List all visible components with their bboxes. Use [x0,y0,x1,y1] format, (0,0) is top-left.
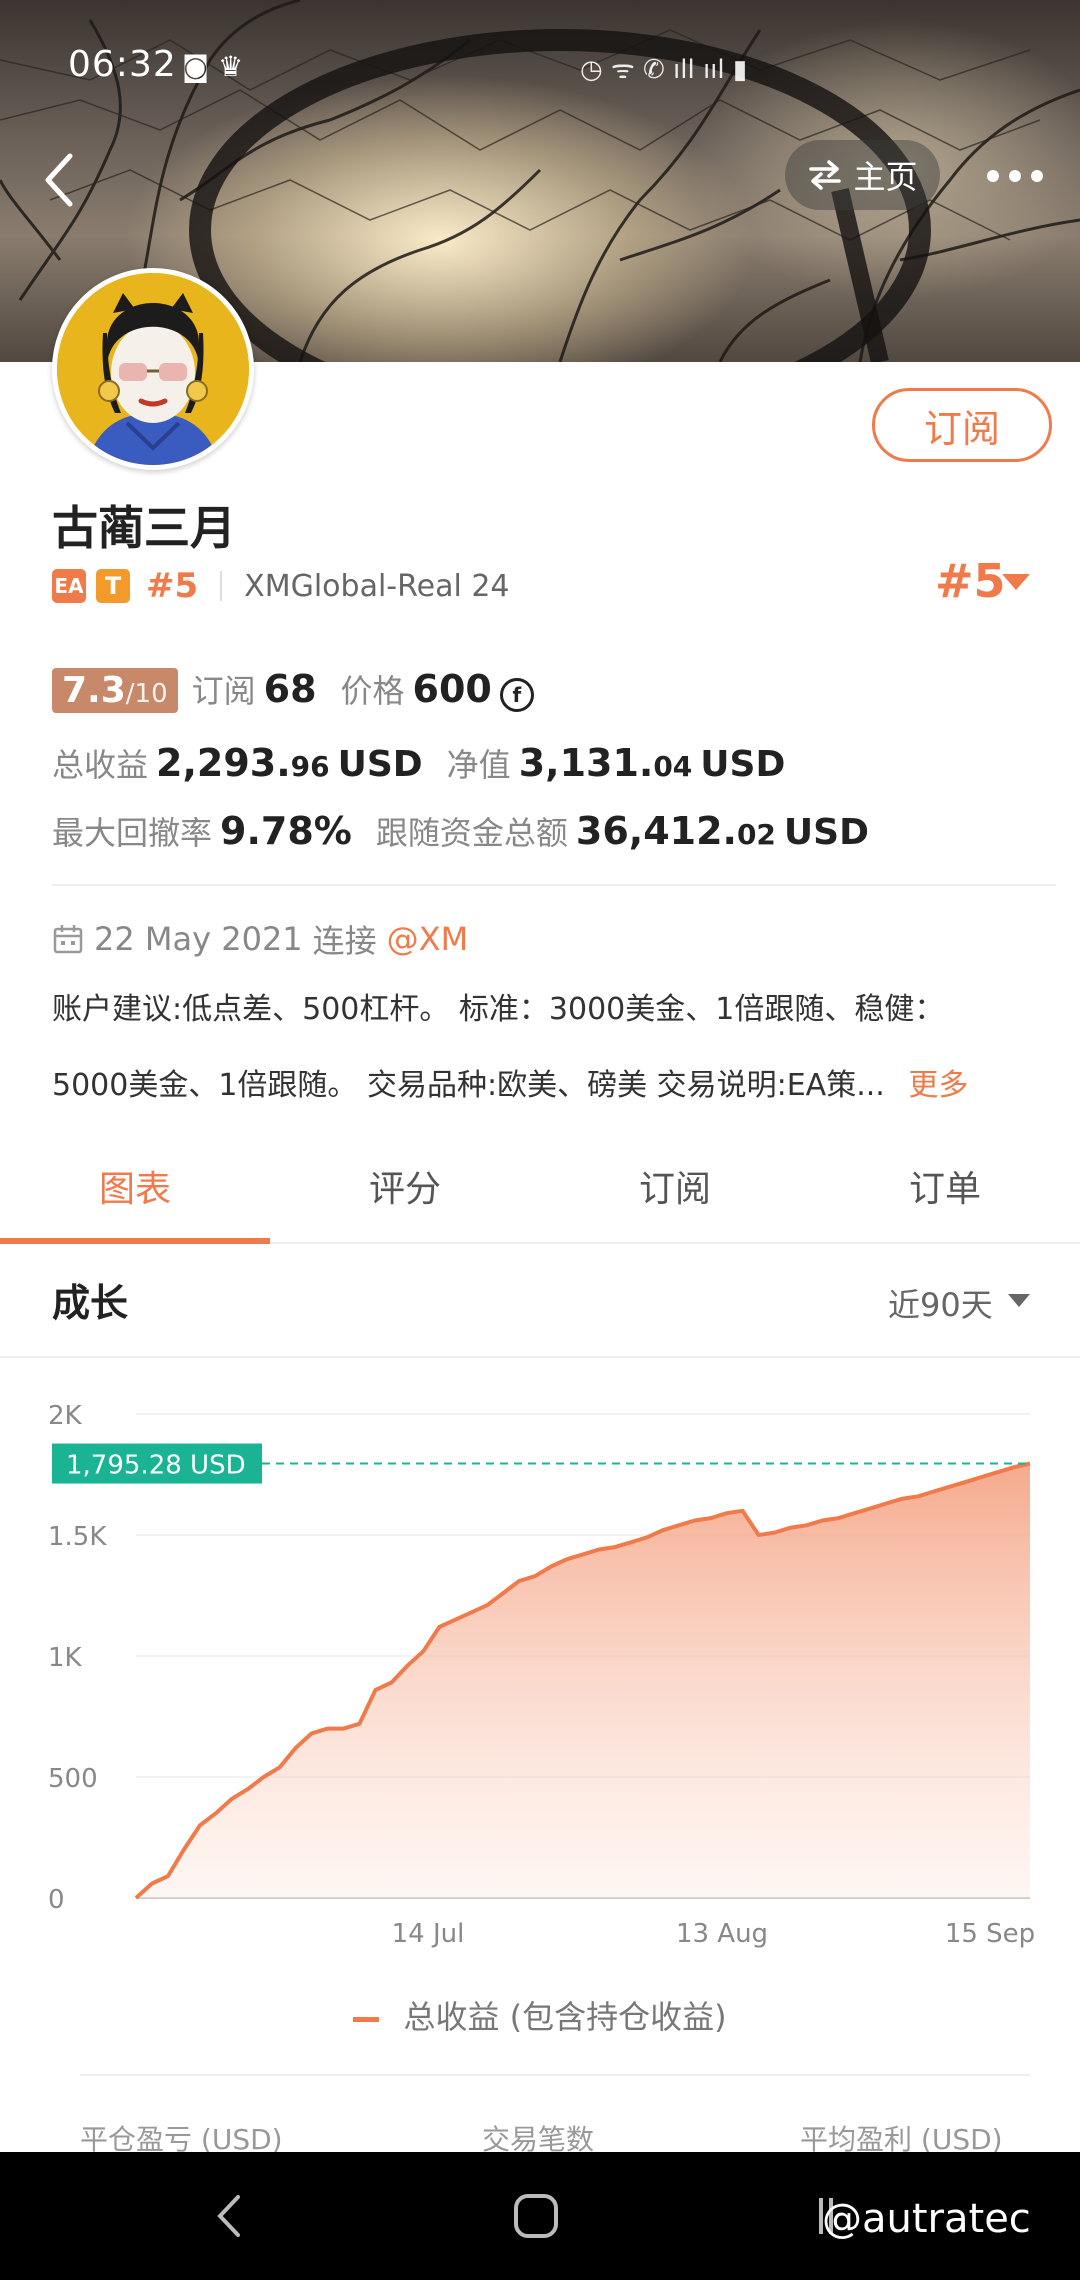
more-options-button[interactable] [985,160,1045,184]
y-tick-label: 2K [48,1401,83,1431]
divider [80,2074,1030,2076]
tab-rating[interactable]: 评分 [270,1150,540,1242]
chart-legend: 总收益 (包含持仓收益) [0,1992,1080,2038]
follow-funds-label: 跟随资金总额 [375,814,568,852]
total-profit-int: 2,293. [156,741,291,785]
y-tick-label: 1K [48,1643,83,1673]
score-value: 7.3 [62,670,126,711]
avatar[interactable] [52,268,254,470]
more-link[interactable]: 更多 [908,1068,968,1103]
tab-bar: 图表 评分 订阅 订单 [0,1150,1080,1244]
follow-funds-unit: USD [783,812,869,853]
price-label: 价格 [340,672,405,710]
growth-area [136,1463,1030,1898]
legend-swatch [353,2016,380,2022]
nav-home-icon [514,2194,558,2238]
calendar-icon [53,925,83,954]
swap-icon [809,160,842,190]
price-value: 600 [412,667,492,711]
broker-link[interactable]: @XM [387,920,469,958]
score-max: /10 [125,679,168,709]
subs-value: 68 [263,667,317,711]
nav-back-icon [217,2195,240,2237]
follow-funds-int: 36,412. [575,809,737,853]
connect-label: 连接 [312,922,377,960]
total-profit-label: 总收益 [52,746,149,784]
back-button[interactable] [40,150,90,210]
current-value-label: 1,795.28 USD [66,1451,246,1481]
home-button[interactable]: 主页 [785,140,940,210]
badge-separator [220,571,223,601]
x-tick-label: 14 Jul [392,1919,465,1949]
rank-dropdown[interactable]: #5 [935,554,1006,608]
connect-date: 22 May 2021 [94,920,303,958]
coin-icon: f [499,678,534,712]
ea-badge: EA [52,569,86,603]
total-profit-dec: 96 [290,750,330,783]
x-tick-label: 13 Aug [676,1919,768,1949]
notification-icons: ◙ ♛ [182,50,244,83]
tab-chart[interactable]: 图表 [0,1150,270,1244]
watermark-text: @autratec [822,2196,1031,2242]
y-tick-label: 1.5K [48,1522,107,1552]
tab-subscribe[interactable]: 订阅 [540,1150,810,1242]
chevron-left-icon [45,153,73,207]
subs-label: 订阅 [191,672,256,710]
description-line-2-text: 5000美金、1倍跟随。 交易品种:欧美、磅美 交易说明:EA策... [52,1068,885,1103]
system-status-icons: ◷ ᯤ ✆ ıll ııl ▮ [580,55,748,85]
status-bar: 06:32 ◙ ♛ ◷ ᯤ ✆ ıll ııl ▮ [0,40,1080,100]
nav-back-button[interactable] [190,2152,270,2280]
home-label: 主页 [853,158,918,196]
growth-title: 成长 [52,1281,129,1325]
divider [52,884,1056,886]
growth-chart: 2K 1.5K 1K 500 0 14 Jul 13 Aug 15 Sep 1,795.28… [0,1356,1080,2038]
growth-chart-svg: 2K 1.5K 1K 500 0 14 Jul 13 Aug 15 Sep 1,795.28… [48,1401,1035,1949]
stats-row-2: 总收益 2,293. 96 USD 净值 3,131. 04 USD [52,740,785,786]
max-drawdown-value: 9.78% [220,809,352,853]
trader-name: 古蔺三月 [52,501,236,555]
total-profit-unit: USD [337,744,423,785]
equity-label: 净值 [446,746,511,784]
subscribe-button[interactable]: 订阅 [872,388,1052,462]
x-tick-label: 15 Sep [945,1919,1035,1949]
equity-unit: USD [700,744,786,785]
rank-small: #5 [146,566,199,606]
caret-down-icon[interactable] [1008,1294,1030,1307]
max-drawdown-label: 最大回撤率 [52,814,213,852]
score-badge: 7.3/10 [52,668,178,713]
description-line-2: 5000美金、1倍跟随。 交易品种:欧美、磅美 交易说明:EA策... 更多 [52,1048,1042,1124]
caret-down-icon[interactable] [1002,574,1030,590]
equity-dec: 04 [653,750,693,783]
description-line-1: 账户建议:低点差、500杠杆。 标准：3000美金、1倍跟随、稳健： [52,992,945,1027]
y-tick-label: 0 [48,1885,65,1915]
server-name: XMGlobal-Real 24 [244,568,510,604]
t-badge: T [96,569,130,603]
more-dots-icon [987,170,1043,182]
equity-int: 3,131. [518,741,654,785]
legend-label: 总收益 (包含持仓收益) [403,1998,727,2036]
tab-orders[interactable]: 订单 [810,1150,1080,1242]
status-time: 06:32 [68,44,177,85]
period-selector[interactable]: 近90天 [888,1280,993,1326]
y-tick-label: 500 [48,1764,98,1794]
nav-home-button[interactable] [496,2152,576,2280]
follow-funds-dec: 02 [736,818,776,851]
connect-info: 22 May 2021 连接 @XM [52,916,468,962]
stats-row-3: 最大回撤率 9.78% 跟随资金总额 36,412. 02 USD [52,808,869,854]
stats-row-1: 7.3/10 订阅 68 价格 600 f [52,666,534,713]
avatar-illustration [57,273,249,465]
trader-badges-row: EA T #5 XMGlobal-Real 24 [52,566,510,606]
